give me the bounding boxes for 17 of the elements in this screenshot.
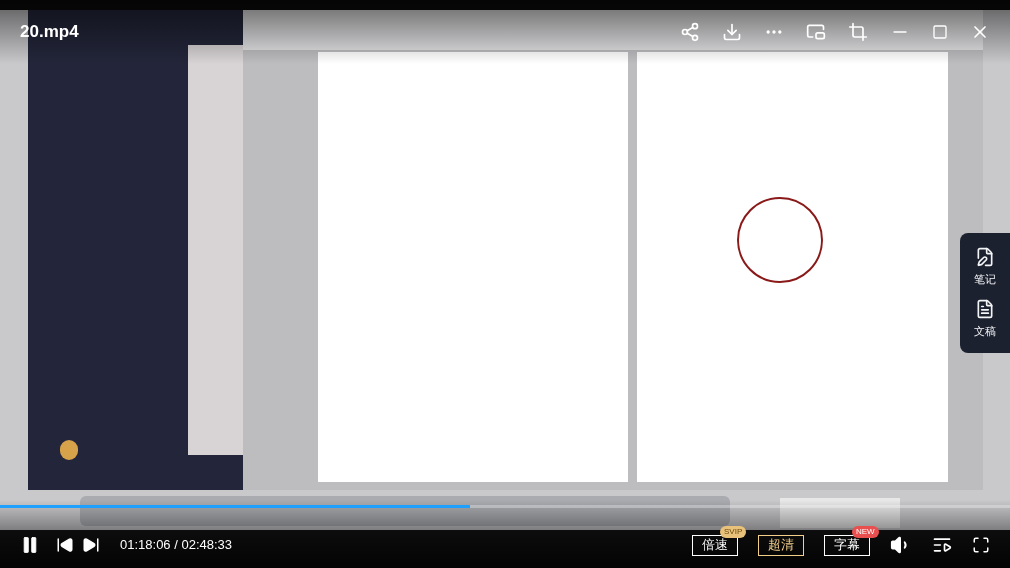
crop-icon[interactable] — [848, 22, 868, 42]
previous-icon[interactable] — [56, 536, 74, 554]
option-button[interactable]: 超清 — [758, 534, 804, 556]
next-icon[interactable] — [82, 536, 100, 554]
pen-on-document-icon — [975, 246, 995, 267]
time-display: 01:18:06 / 02:48:33 — [120, 536, 233, 555]
side-panel-button[interactable]: 文稿 — [974, 298, 996, 340]
side-panel-button[interactable]: 笔记 — [974, 246, 996, 288]
progress-track[interactable] — [0, 505, 1010, 508]
document-icon — [975, 298, 995, 319]
video-title: 20.mp4 — [20, 21, 79, 44]
playlist-icon[interactable] — [932, 535, 952, 555]
download-icon[interactable] — [722, 22, 742, 42]
picture-in-picture-icon[interactable] — [806, 22, 826, 42]
fullscreen-icon[interactable] — [972, 536, 990, 554]
maximize-icon[interactable] — [932, 24, 948, 40]
share-icon[interactable] — [680, 22, 700, 42]
